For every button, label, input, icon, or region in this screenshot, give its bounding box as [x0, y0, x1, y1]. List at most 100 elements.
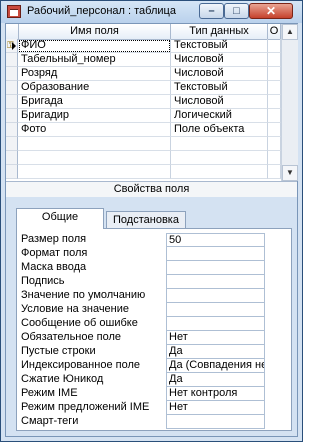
property-label: Маска ввода — [21, 261, 87, 273]
property-label: Смарт-теги — [21, 415, 79, 427]
field-name-cell[interactable] — [18, 137, 171, 151]
row-selector[interactable] — [6, 53, 18, 67]
property-value-field[interactable]: Нет — [166, 401, 265, 415]
property-value-field[interactable] — [166, 289, 265, 303]
property-row: Режим предложений IME Нет — [19, 401, 283, 415]
maximize-icon: □ — [233, 5, 240, 17]
property-row: Размер поля 50 — [19, 233, 283, 247]
data-type-cell[interactable] — [171, 151, 268, 165]
property-row: Условие на значение — [19, 303, 283, 317]
field-name-cell[interactable]: Розряд — [18, 67, 171, 81]
property-row: Обязательное поле Нет — [19, 331, 283, 345]
column-header-description[interactable]: О — [268, 24, 281, 39]
property-row: Смарт-теги — [19, 415, 283, 429]
description-cell[interactable] — [268, 151, 281, 165]
property-value-field[interactable] — [166, 415, 265, 429]
general-tab-panel: Размер поля 50 Формат поля Маска ввода Подпи… — [16, 228, 292, 431]
description-cell[interactable] — [268, 123, 281, 137]
property-row: Индексированное поле Да (Совпадения не до… — [19, 359, 283, 373]
data-type-cell[interactable]: Логический — [171, 109, 268, 123]
table-row[interactable] — [6, 165, 281, 179]
title-bar[interactable]: Рабочий_персонал : таблица – □ ✕ — [1, 1, 302, 23]
field-name-cell[interactable] — [18, 151, 171, 165]
property-row: Сжатие Юникод Да — [19, 373, 283, 387]
description-cell[interactable] — [268, 109, 281, 123]
property-row: Режим IME Нет контроля — [19, 387, 283, 401]
column-header-data-type[interactable]: Тип данных — [171, 24, 268, 39]
table-row[interactable]: Розряд Числовой — [6, 67, 281, 81]
maximize-button[interactable]: □ — [224, 3, 249, 19]
field-name-cell[interactable]: ФИО — [18, 39, 171, 53]
description-cell[interactable] — [268, 67, 281, 81]
row-selector[interactable] — [6, 109, 18, 123]
row-selector[interactable] — [6, 165, 18, 179]
row-selector[interactable] — [6, 81, 18, 95]
property-value-field[interactable]: Да — [166, 345, 265, 359]
property-label: Сообщение об ошибке — [21, 317, 138, 329]
property-value-field[interactable] — [166, 261, 265, 275]
scroll-up-icon[interactable]: ▲ — [282, 24, 298, 40]
property-label: Подпись — [21, 275, 65, 287]
table-row[interactable] — [6, 137, 281, 151]
property-value-field[interactable]: Да (Совпадения не допускаются) — [166, 359, 265, 373]
description-cell[interactable] — [268, 39, 281, 53]
column-header-field-name[interactable]: Имя поля — [19, 24, 171, 39]
property-label: Размер поля — [21, 233, 87, 245]
property-label: Значение по умолчанию — [21, 289, 146, 301]
description-cell[interactable] — [268, 137, 281, 151]
data-type-cell[interactable]: Числовой — [171, 95, 268, 109]
vertical-scrollbar[interactable]: ▲ ▼ — [281, 24, 298, 181]
scroll-down-icon[interactable]: ▼ — [282, 165, 298, 181]
table-row[interactable]: Бригада Числовой — [6, 95, 281, 109]
property-value-field[interactable] — [166, 303, 265, 317]
property-value-field[interactable]: Нет контроля — [166, 387, 265, 401]
row-selector[interactable] — [6, 151, 18, 165]
field-name-cell[interactable]: Фото — [18, 123, 171, 137]
description-cell[interactable] — [268, 81, 281, 95]
row-selector[interactable] — [6, 95, 18, 109]
row-selector[interactable] — [6, 123, 18, 137]
field-name-cell[interactable]: Бригада — [18, 95, 171, 109]
current-row-arrow-icon — [12, 42, 16, 50]
field-name-cell[interactable] — [18, 165, 171, 179]
description-cell[interactable] — [268, 53, 281, 67]
property-value-field[interactable] — [166, 317, 265, 331]
property-row: Подпись — [19, 275, 283, 289]
property-value-field[interactable]: Да — [166, 373, 265, 387]
close-icon: ✕ — [265, 4, 277, 18]
table-row[interactable]: Образование Текстовый — [6, 81, 281, 95]
property-value-field[interactable]: 50 — [166, 233, 265, 247]
field-name-cell[interactable]: Образование — [18, 81, 171, 95]
property-value-field[interactable] — [166, 275, 265, 289]
row-selector[interactable] — [6, 67, 18, 81]
minimize-button[interactable]: – — [199, 3, 224, 19]
data-type-cell[interactable]: Текстовый — [171, 39, 268, 53]
design-view: Имя поля Тип данных О ⚿ ФИО Текстовый Табел… — [5, 23, 298, 437]
data-type-cell[interactable]: Текстовый — [171, 81, 268, 95]
table-row[interactable]: Бригадир Логический — [6, 109, 281, 123]
header-selector[interactable] — [6, 24, 19, 39]
description-cell[interactable] — [268, 165, 281, 179]
table-row[interactable]: ⚿ ФИО Текстовый — [6, 39, 281, 53]
table-row[interactable]: Табельный_номер Числовой — [6, 53, 281, 67]
field-name-cell[interactable]: Табельный_номер — [18, 53, 171, 67]
row-selector[interactable]: ⚿ — [6, 39, 18, 53]
close-button[interactable]: ✕ — [249, 3, 293, 19]
table-design-window: Рабочий_персонал : таблица – □ ✕ Имя пол… — [0, 0, 303, 442]
data-type-cell[interactable]: Числовой — [171, 67, 268, 81]
property-row: Сообщение об ошибке — [19, 317, 283, 331]
table-row[interactable]: Фото Поле объекта — [6, 123, 281, 137]
tab-general[interactable]: Общие — [16, 208, 104, 229]
tab-lookup[interactable]: Подстановка — [106, 211, 186, 229]
description-cell[interactable] — [268, 95, 281, 109]
data-type-cell[interactable]: Поле объекта — [171, 123, 268, 137]
property-value-field[interactable] — [166, 247, 265, 261]
property-value-field[interactable]: Нет — [166, 331, 265, 345]
table-row[interactable] — [6, 151, 281, 165]
data-type-cell[interactable]: Числовой — [171, 53, 268, 67]
data-type-cell[interactable] — [171, 137, 268, 151]
data-type-cell[interactable] — [171, 165, 268, 179]
field-name-cell[interactable]: Бригадир — [18, 109, 171, 123]
row-selector[interactable] — [6, 137, 18, 151]
property-label: Пустые строки — [21, 345, 96, 357]
